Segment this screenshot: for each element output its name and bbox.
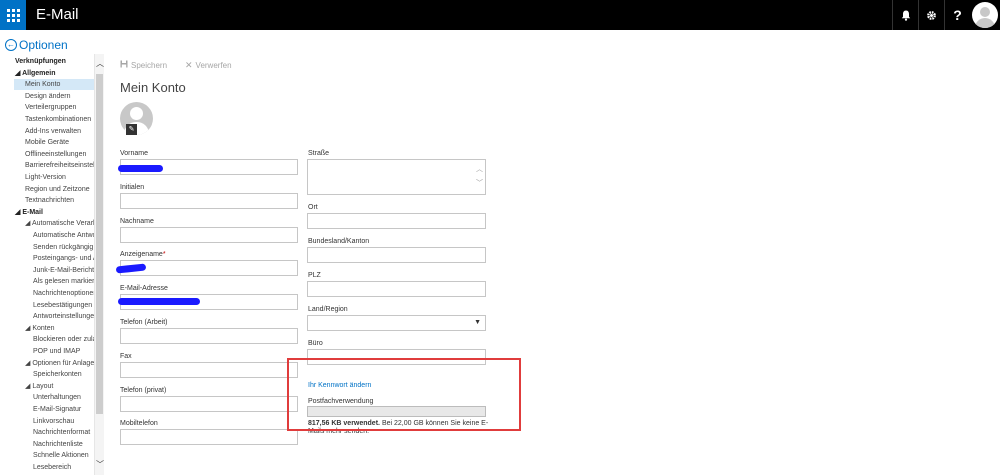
waffle-icon[interactable] — [0, 0, 26, 30]
scroll-up-icon[interactable]: ︿ — [95, 58, 105, 70]
nav-item[interactable]: Add-Ins verwalten — [25, 126, 81, 137]
field-label: Bundesland/Kanton — [308, 238, 370, 245]
scroll-up-icon[interactable]: ︿ — [476, 164, 483, 174]
avatar[interactable] — [972, 2, 998, 28]
field-label: Vorname — [120, 150, 148, 157]
page-title: Mein Konto — [120, 80, 186, 95]
redaction-mark — [118, 298, 200, 305]
text-input[interactable] — [120, 328, 298, 344]
field-label-text: Fax — [120, 352, 132, 360]
gear-icon[interactable] — [918, 0, 944, 30]
nav-item[interactable]: Mobile Geräte — [25, 137, 69, 148]
nav-item[interactable]: E-Mail-Signatur — [33, 404, 81, 415]
textarea-input[interactable]: ︿ ﹀ — [307, 159, 486, 195]
text-input[interactable] — [120, 260, 298, 277]
close-icon: ✕ — [185, 60, 193, 70]
field-label-text: Vorname — [120, 150, 149, 157]
help-icon[interactable]: ? — [944, 0, 970, 30]
select-input[interactable]: ▼ — [307, 315, 486, 331]
nav-item[interactable]: ◢ Automatische Verarbeitu — [25, 218, 104, 229]
nav-item[interactable]: Region und Zeitzone — [25, 184, 90, 195]
bell-icon[interactable] — [892, 0, 918, 30]
field-label: Land/Region — [308, 306, 348, 313]
scroll-down-icon[interactable]: ﹀ — [476, 178, 483, 188]
nav-item[interactable]: ◢ E-Mail — [15, 207, 43, 218]
nav-scrollbar[interactable]: ︿ ﹀ — [94, 54, 104, 475]
field-label-text: Anzeigename — [120, 251, 163, 259]
nav-item[interactable]: Schnelle Aktionen — [33, 450, 89, 461]
field-label: Ort — [308, 204, 318, 211]
field-label: Mobiltelefon — [120, 420, 158, 427]
save-button[interactable]: Speichern — [120, 60, 167, 70]
field-label: Fax — [120, 353, 132, 360]
options-label: Optionen — [19, 38, 68, 52]
text-input[interactable] — [120, 361, 298, 378]
nav-item[interactable]: Design ändern — [25, 91, 71, 102]
nav-item[interactable]: Linkvorschau — [33, 416, 74, 427]
scroll-thumb[interactable] — [96, 74, 103, 414]
highlight-box — [287, 358, 521, 431]
text-input[interactable] — [307, 213, 486, 229]
nav-item[interactable]: ◢ Layout — [25, 381, 53, 392]
field-label-text: Mobiltelefon — [120, 420, 158, 428]
field-label-text: Telefon (privat) — [120, 386, 167, 394]
discard-button[interactable]: ✕ Verwerfen — [185, 60, 232, 71]
nav-item[interactable]: Lesebestätigungen — [33, 300, 92, 311]
nav-item[interactable]: Speicherkonten — [33, 369, 82, 380]
back-arrow-icon: ← — [5, 39, 17, 51]
nav-item[interactable]: Posteingangs- und Auf — [33, 253, 103, 264]
options-nav: Verknüpfungen ◢ Allgemein Mein Konto Design… — [0, 54, 104, 475]
field-label: PLZ — [308, 272, 321, 279]
nav-item[interactable]: Light-Version — [25, 172, 66, 183]
nav-item[interactable]: POP und IMAP — [33, 346, 80, 357]
save-icon — [120, 60, 128, 70]
field-label: Büro — [308, 340, 323, 347]
field-label-text: E-Mail-Adresse — [120, 285, 168, 293]
field-label: E-Mail-Adresse — [120, 285, 168, 292]
nav-item[interactable]: Offlineeinstellungen — [25, 149, 86, 160]
nav-item[interactable]: Nachrichtenformat — [33, 427, 90, 438]
field-label: Telefon (privat) — [120, 387, 166, 394]
nav-item[interactable]: Mein Konto — [14, 79, 94, 91]
edit-photo-icon[interactable]: ✎ — [126, 124, 137, 135]
nav-item[interactable]: Barrierefreiheitseinstellun — [25, 160, 104, 171]
options-back-link[interactable]: ← Optionen — [5, 38, 68, 52]
nav-item[interactable]: Nachrichtenoptionen — [33, 288, 97, 299]
nav-item[interactable]: Nachrichtenliste — [33, 439, 83, 450]
field-label-text: Nachname — [120, 217, 154, 225]
scroll-down-icon[interactable]: ﹀ — [95, 459, 105, 471]
text-input[interactable] — [120, 429, 298, 446]
required-marker: * — [162, 251, 166, 259]
nav-item[interactable]: ◢ Optionen für Anlagen — [25, 358, 98, 369]
nav-item[interactable]: ◢ Konten — [25, 323, 55, 334]
discard-label: Verwerfen — [195, 61, 232, 70]
nav-item[interactable]: Unterhaltungen — [33, 392, 81, 403]
save-label: Speichern — [131, 60, 168, 70]
field-label: Anzeigename* — [120, 251, 166, 258]
redaction-mark — [118, 165, 163, 172]
nav-item[interactable]: Als gelesen markieren — [33, 276, 102, 287]
field-label: Nachname — [120, 218, 154, 225]
nav-item[interactable]: Tastenkombinationen — [25, 114, 91, 125]
text-input[interactable] — [120, 395, 298, 412]
text-input[interactable] — [307, 281, 486, 297]
text-input[interactable] — [120, 192, 298, 209]
field-label: Telefon (Arbeit) — [120, 319, 167, 326]
nav-item[interactable]: Lesebereich — [33, 462, 71, 473]
text-input[interactable] — [307, 247, 486, 263]
nav-item[interactable]: Verknüpfungen — [15, 56, 66, 67]
text-input[interactable] — [120, 226, 298, 243]
nav-item[interactable]: Verteilergruppen — [25, 102, 76, 113]
nav-item[interactable]: ◢ Allgemein — [15, 68, 56, 79]
nav-item[interactable]: Textnachrichten — [25, 195, 74, 206]
app-title: E-Mail — [36, 6, 79, 23]
field-label-text: Initialen — [120, 183, 145, 191]
field-label: Straße — [308, 150, 330, 157]
nav-item[interactable]: Antworteinstellungen — [33, 311, 98, 322]
field-label-text: Telefon (Arbeit) — [120, 319, 168, 326]
chevron-down-icon[interactable]: ▼ — [474, 319, 481, 326]
field-label: Initialen — [120, 184, 144, 191]
top-bar: E-Mail ? — [0, 0, 1000, 30]
